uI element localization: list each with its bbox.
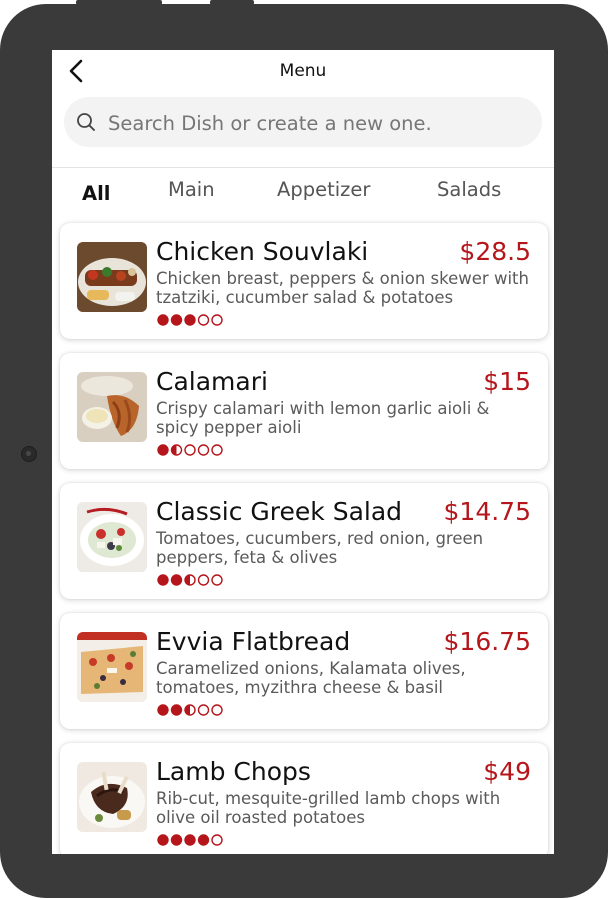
tab-main[interactable]: Main [168, 178, 215, 201]
rating-dot-filled [184, 314, 196, 326]
rating-dot-filled [170, 574, 183, 586]
spice-rating [157, 834, 223, 846]
search-input[interactable] [106, 97, 530, 149]
divider [52, 167, 554, 168]
rating-dot-filled [157, 704, 169, 716]
rating-dot-empty [211, 574, 223, 586]
dish-price: $49 [483, 757, 531, 786]
rating-dot-empty [211, 834, 223, 846]
dish-card[interactable]: Calamari $15 Crispy calamari with lemon … [60, 353, 548, 469]
dish-name: Classic Greek Salad [156, 497, 403, 526]
lamb-chops-icon [77, 762, 147, 832]
rating-dot-half [184, 704, 196, 716]
dish-description: Chicken breast, peppers & onion skewer w… [156, 269, 529, 307]
dish-description: Tomatoes, cucumbers, red onion, green pe… [156, 529, 484, 567]
rating-dot-filled [170, 704, 183, 716]
dish-card[interactable]: Evvia Flatbread $16.75 Caramelized onion… [60, 613, 548, 729]
page-title: Menu [279, 61, 327, 81]
rating-dot-half [170, 444, 183, 456]
spice-rating [157, 704, 223, 716]
salad-bowl-icon [77, 502, 147, 572]
skewer-plate-icon [77, 242, 147, 312]
rating-dot-filled [184, 834, 196, 846]
tab-all[interactable]: All [82, 182, 110, 205]
rating-dot-empty [211, 314, 223, 326]
spice-rating [157, 574, 223, 586]
rating-dot-empty [211, 704, 223, 716]
dish-name: Evvia Flatbread [156, 627, 351, 656]
dish-description: Rib-cut, mesquite-grilled lamb chops wit… [156, 789, 501, 827]
rating-dot-filled [170, 834, 183, 846]
app-screen: Menu All Main Appetizer Salads [52, 50, 554, 854]
dish-name: Lamb Chops [156, 757, 311, 786]
dish-price: $15 [483, 367, 531, 396]
tab-appetizer[interactable]: Appetizer [277, 178, 370, 201]
search-bar [64, 97, 542, 149]
dish-card[interactable]: Classic Greek Salad $14.75 Tomatoes, cuc… [60, 483, 548, 599]
dish-card[interactable]: Lamb Chops $49 Rib-cut, mesquite-grilled… [60, 743, 548, 854]
rating-dot-empty [197, 314, 210, 326]
spice-rating [157, 314, 223, 326]
dish-price: $28.5 [459, 237, 531, 266]
fried-calamari-icon [77, 372, 147, 442]
rating-dot-filled [157, 444, 169, 456]
rating-dot-empty [197, 704, 210, 716]
dish-name: Chicken Souvlaki [156, 237, 369, 266]
rating-dot-filled [157, 574, 169, 586]
rating-dot-empty [197, 444, 210, 456]
rating-dot-empty [197, 574, 210, 586]
rating-dot-filled [197, 834, 210, 846]
rating-dot-filled [170, 314, 183, 326]
rating-dot-half [184, 574, 196, 586]
search-icon [77, 113, 95, 131]
tab-salads[interactable]: Salads [437, 178, 501, 201]
spice-rating [157, 444, 223, 456]
rating-dot-empty [211, 444, 223, 456]
rating-dot-filled [157, 314, 169, 326]
dish-description: Crispy calamari with lemon garlic aioli … [156, 399, 490, 437]
dish-name: Calamari [156, 367, 268, 396]
rating-dot-filled [157, 834, 169, 846]
top-bar: Menu [52, 50, 554, 94]
rating-dot-empty [184, 444, 196, 456]
dish-price: $16.75 [443, 627, 531, 656]
dish-card[interactable]: Chicken Souvlaki $28.5 Chicken breast, p… [60, 223, 548, 339]
flatbread-icon [77, 632, 147, 702]
dish-price: $14.75 [443, 497, 531, 526]
camera-icon [21, 446, 37, 462]
category-tabs: All Main Appetizer Salads [52, 174, 554, 220]
dish-description: Caramelized onions, Kalamata olives, tom… [156, 659, 466, 697]
